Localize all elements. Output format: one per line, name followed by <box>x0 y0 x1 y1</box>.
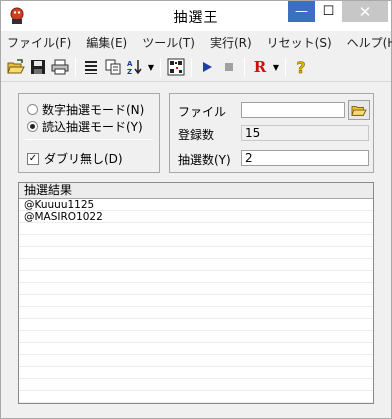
minimize-icon: — <box>295 4 308 19</box>
menu-help[interactable]: ヘルプ(H) <box>347 34 392 51</box>
radio-numeric-label: 数字抽選モード(N) <box>42 103 145 117</box>
list-item[interactable] <box>19 259 373 271</box>
menu-reset[interactable]: リセット(S) <box>267 34 332 51</box>
radio-load-mode[interactable]: 読込抽選モード(Y) <box>27 118 143 135</box>
sort-button[interactable]: A Z <box>124 56 146 78</box>
toolbar-separator <box>75 57 76 77</box>
no-duplicates-label: ダブリ無し(D) <box>44 152 123 166</box>
stop-button[interactable] <box>218 56 240 78</box>
title-bar: 抽選王 — ☐ ✕ <box>1 1 391 31</box>
svg-text:Z: Z <box>127 68 132 76</box>
play-icon <box>203 62 212 72</box>
list-item[interactable] <box>19 283 373 295</box>
list-item[interactable]: @MASIRO1022 <box>19 211 373 223</box>
file-label: ファイル <box>178 105 227 119</box>
sort-icon: A Z <box>127 60 142 76</box>
radio-numeric-mode[interactable]: 数字抽選モード(N) <box>27 101 144 118</box>
menu-run[interactable]: 実行(R) <box>210 34 252 51</box>
menu-file[interactable]: ファイル(F) <box>7 34 71 51</box>
maximize-icon: ☐ <box>322 4 335 19</box>
list-item[interactable] <box>19 331 373 343</box>
draw-count-input[interactable]: 2 <box>241 150 369 166</box>
menu-bar: ファイル(F) 編集(E) ツール(T) 実行(R) リセット(S) ヘルプ(H… <box>1 32 392 53</box>
menu-edit[interactable]: 編集(E) <box>86 34 127 51</box>
results-header: 抽選結果 <box>19 183 373 199</box>
save-icon <box>31 60 45 74</box>
list-icon <box>85 61 97 74</box>
list-item[interactable] <box>19 367 373 379</box>
browse-file-button[interactable] <box>348 100 370 120</box>
list-item[interactable] <box>19 319 373 331</box>
open-button[interactable] <box>5 56 27 78</box>
copy-button[interactable] <box>102 56 124 78</box>
reset-button[interactable]: R <box>249 56 271 78</box>
list-item[interactable] <box>19 223 373 235</box>
svg-text:A: A <box>127 60 133 68</box>
toolbar-separator <box>191 57 192 77</box>
list-item[interactable] <box>19 379 373 391</box>
settings-group: ファイル 登録数 15 抽選数(Y) 2 <box>169 93 374 173</box>
toolbar-separator <box>160 57 161 77</box>
group-divider <box>25 139 153 140</box>
open-folder-icon <box>7 59 25 74</box>
list-item[interactable] <box>19 307 373 319</box>
save-button[interactable] <box>27 56 49 78</box>
sort-dropdown[interactable]: ▼ <box>146 56 156 78</box>
maximize-button[interactable]: ☐ <box>315 1 342 22</box>
minimize-button[interactable]: — <box>288 1 315 22</box>
close-button[interactable]: ✕ <box>342 1 388 22</box>
file-input[interactable] <box>241 102 345 118</box>
mode-group: 数字抽選モード(N) 読込抽選モード(Y) ✓ ダブリ無し(D) <box>18 93 160 173</box>
chevron-down-icon: ▼ <box>147 62 155 72</box>
radio-load-label: 読込抽選モード(Y) <box>42 120 143 134</box>
results-list[interactable]: 抽選結果 @Kuuuu1125 @MASIRO1022 <box>18 182 374 404</box>
list-item[interactable]: @Kuuuu1125 <box>19 199 373 211</box>
list-button[interactable] <box>80 56 102 78</box>
radio-button[interactable] <box>27 104 38 115</box>
no-duplicates-checkbox[interactable]: ✓ ダブリ無し(D) <box>27 150 123 167</box>
reset-r-icon: R <box>253 58 267 76</box>
open-folder-icon <box>351 106 367 116</box>
list-item[interactable] <box>19 271 373 283</box>
qr-button[interactable] <box>165 56 187 78</box>
results-rows: @Kuuuu1125 @MASIRO1022 <box>19 199 373 403</box>
app-window: 抽選王 — ☐ ✕ ファイル(F) 編集(E) ツール(T) 実行(R) リセッ… <box>0 0 392 419</box>
list-item[interactable] <box>19 235 373 247</box>
toolbar-separator <box>244 57 245 77</box>
print-icon <box>51 59 69 75</box>
help-icon: ? <box>296 57 306 77</box>
list-item[interactable] <box>19 391 373 403</box>
count-value: 15 <box>241 125 369 141</box>
draw-count-label: 抽選数(Y) <box>178 153 231 167</box>
close-icon: ✕ <box>358 2 372 21</box>
list-item[interactable] <box>19 295 373 307</box>
menu-tools[interactable]: ツール(T) <box>142 34 195 51</box>
count-label: 登録数 <box>178 128 215 142</box>
run-button[interactable] <box>196 56 218 78</box>
toolbar-divider <box>1 81 391 82</box>
stop-icon <box>225 63 233 71</box>
radio-button-selected[interactable] <box>27 121 38 132</box>
qr-code-icon <box>167 58 185 76</box>
help-button[interactable]: ? <box>290 56 312 78</box>
print-button[interactable] <box>49 56 71 78</box>
list-item[interactable] <box>19 247 373 259</box>
reset-dropdown[interactable]: ▼ <box>271 56 281 78</box>
toolbar-separator <box>285 57 286 77</box>
list-item[interactable] <box>19 355 373 367</box>
chevron-down-icon: ▼ <box>272 62 280 72</box>
toolbar: A Z ▼ R ▼ ? <box>1 54 391 80</box>
copy-icon <box>105 59 121 75</box>
list-item[interactable] <box>19 343 373 355</box>
checkbox-checked[interactable]: ✓ <box>27 152 39 165</box>
